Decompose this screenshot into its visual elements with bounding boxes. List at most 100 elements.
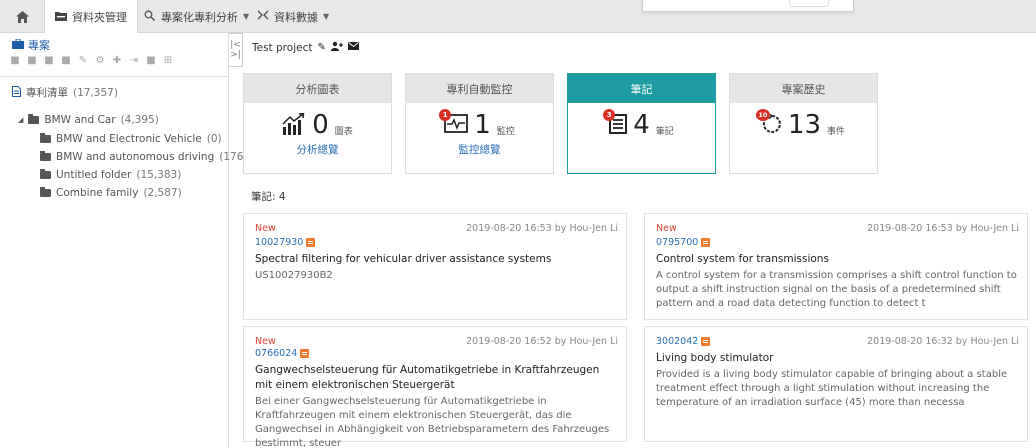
tab-project-analysis[interactable]: 專案化專利分析 ▼ <box>134 0 259 33</box>
monitor-overview-link[interactable]: 監控總覽 <box>406 142 553 157</box>
settings-icon[interactable]: ⚙ <box>95 55 105 66</box>
note-meta: 2019-08-20 16:53 by Hou-Jen Li <box>867 223 1019 234</box>
analysis-icon <box>144 10 156 24</box>
data-icon <box>257 10 269 24</box>
card-header: 筆記 <box>568 74 715 103</box>
patent-number-link[interactable]: 10027930 <box>255 237 316 248</box>
delete-folder-icon[interactable]: ■ <box>61 55 71 66</box>
folder-icon <box>28 114 40 124</box>
note-desc: A control system for a transmission comp… <box>656 270 1017 309</box>
tab-folder-management[interactable]: 資料夾管理 <box>44 0 138 34</box>
add-user-icon[interactable] <box>330 41 343 54</box>
tree-item[interactable]: BMW and autonomous driving (176) <box>40 151 247 163</box>
folder-icon <box>40 187 51 197</box>
sidebar-toolbar: ■ ■ ■ ■ ✎ ⚙ ✚ ⇥ ■ ⊞ <box>10 55 173 66</box>
dropdown-popup <box>642 0 854 12</box>
folder-icon <box>55 11 67 24</box>
card-project-history[interactable]: 專案歷史 10 13 事件 <box>729 73 878 174</box>
chart-icon <box>282 112 306 138</box>
tree-folder-bmw-and-car[interactable]: ◢ BMW and Car (4,395) <box>18 114 159 126</box>
analysis-overview-link[interactable]: 分析總覽 <box>244 142 391 157</box>
new-label: New <box>255 336 276 347</box>
move-folder-icon[interactable]: ■ <box>44 55 54 66</box>
project-header: Test project ✎ <box>252 41 359 54</box>
patent-number-link[interactable]: 3002042 <box>656 336 711 347</box>
sidebar: 專案 ■ ■ ■ ■ ✎ ⚙ ✚ ⇥ ■ ⊞ 專利清單 (17,357) ◢ B… <box>0 33 247 448</box>
card-unit: 筆記 <box>655 126 674 137</box>
notification-badge: 10 <box>755 108 770 121</box>
collapse-caret-icon[interactable]: ◢ <box>18 116 23 124</box>
pdf-icon[interactable] <box>701 238 711 247</box>
tree-root[interactable]: 專利清單 (17,357) <box>12 85 118 100</box>
patent-number-link[interactable]: 0766024 <box>255 348 310 359</box>
card-unit: 圖表 <box>334 126 353 137</box>
note-meta: 2019-08-20 16:32 by Hou-Jen Li <box>867 336 1019 347</box>
tab-label: 專案化專利分析 <box>161 10 238 24</box>
card-header: 專利自動監控 <box>406 74 553 103</box>
edit-icon[interactable]: ✎ <box>78 55 88 66</box>
tab-label: 資料數據 <box>274 10 318 24</box>
folder-icon <box>40 151 51 161</box>
new-label: New <box>255 223 276 234</box>
card-notes[interactable]: 筆記 3 4 筆記 <box>567 73 716 174</box>
sidebar-collapse-toggle[interactable]: |< >| <box>229 33 243 67</box>
tree-item[interactable]: Combine family (2,587) <box>40 187 182 199</box>
folder-icon <box>40 133 51 143</box>
chevron-down-icon: ▼ <box>323 12 330 21</box>
card-value: 0 <box>312 110 329 140</box>
note-icon: 3 <box>603 108 628 137</box>
note-meta: 2019-08-20 16:53 by Hou-Jen Li <box>466 223 618 234</box>
document-icon <box>12 85 21 100</box>
card-header: 分析圖表 <box>244 74 391 103</box>
note-desc: Provided is a living body stimulator cap… <box>656 369 1008 408</box>
card-header: 專案歷史 <box>730 74 877 103</box>
patent-number-link[interactable]: 0795700 <box>656 237 711 248</box>
card-analysis-charts[interactable]: 分析圖表 0 圖表 分析總覽 <box>243 73 392 174</box>
note-card[interactable]: New 2019-08-20 16:52 by Hou-Jen Li 07660… <box>243 326 627 448</box>
card-value: 4 <box>633 110 650 140</box>
note-title[interactable]: Living body stimulator <box>656 351 1017 366</box>
project-name: Test project <box>252 41 313 54</box>
card-unit: 事件 <box>827 126 846 137</box>
briefcase-icon <box>12 38 24 52</box>
main-content: Test project ✎ 分析圖表 0 圖表 分析總覽 專利自動監控 1 1… <box>243 33 1036 448</box>
monitor-icon: 1 <box>439 108 469 137</box>
import-icon[interactable]: ■ <box>146 55 156 66</box>
notification-badge: 1 <box>439 108 452 121</box>
note-card[interactable]: New 2019-08-20 16:53 by Hou-Jen Li 10027… <box>243 213 627 320</box>
tree-item[interactable]: BMW and Electronic Vehicle (0) <box>40 133 222 145</box>
card-patent-monitor[interactable]: 專利自動監控 1 1 監控 監控總覽 <box>405 73 554 174</box>
notification-badge: 3 <box>603 108 616 121</box>
new-folder-icon[interactable]: ■ <box>10 55 20 66</box>
export-icon[interactable]: ⇥ <box>129 55 139 66</box>
note-title[interactable]: Gangwechselsteuerung für Automatikgetrie… <box>255 363 616 393</box>
tab-label: 資料夾管理 <box>72 11 127 24</box>
mail-icon[interactable] <box>347 42 359 53</box>
edit-icon[interactable]: ✎ <box>317 42 325 53</box>
note-card[interactable]: 2019-08-20 16:32 by Hou-Jen Li 3002042 L… <box>644 326 1028 442</box>
note-title[interactable]: Spectral filtering for vehicular driver … <box>255 252 616 267</box>
pdf-icon[interactable] <box>701 337 711 346</box>
history-icon: 10 <box>755 108 782 137</box>
copy-folder-icon[interactable]: ■ <box>27 55 37 66</box>
home-icon[interactable] <box>0 0 44 33</box>
expand-icon[interactable]: ⊞ <box>163 55 173 66</box>
new-label: New <box>656 223 677 234</box>
note-card[interactable]: New 2019-08-20 16:53 by Hou-Jen Li 07957… <box>644 213 1028 320</box>
pdf-icon[interactable] <box>300 349 310 358</box>
note-desc: US10027930B2 <box>255 270 333 281</box>
top-nav: 資料夾管理 專案化專利分析 ▼ 資料數據 ▼ <box>0 0 1036 34</box>
pdf-icon[interactable] <box>306 238 316 247</box>
tab-data[interactable]: 資料數據 ▼ <box>247 0 339 33</box>
card-value: 1 <box>474 110 491 140</box>
note-title[interactable]: Control system for transmissions <box>656 252 1017 267</box>
folder-icon <box>40 169 51 179</box>
merge-icon[interactable]: ✚ <box>112 55 122 66</box>
sidebar-title: 專案 <box>12 37 50 53</box>
tree-item[interactable]: Untitled folder (15,383) <box>40 169 181 181</box>
card-unit: 監控 <box>496 126 515 137</box>
note-meta: 2019-08-20 16:52 by Hou-Jen Li <box>466 336 618 347</box>
card-value: 13 <box>787 110 822 140</box>
notes-count: 筆記: 4 <box>251 191 286 203</box>
note-desc: Bei einer Gangwechselsteuerung für Autom… <box>255 396 610 448</box>
